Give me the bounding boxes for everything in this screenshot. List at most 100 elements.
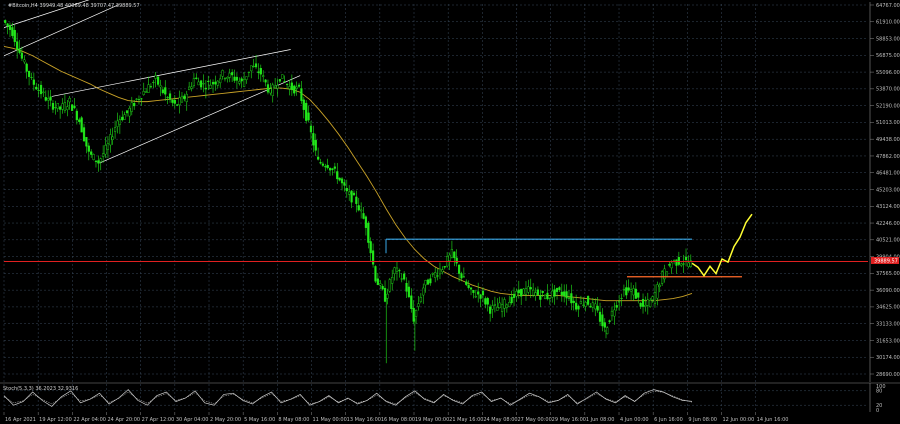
candle-body — [455, 257, 458, 264]
candle-body — [436, 275, 439, 277]
candle-body — [586, 296, 590, 305]
candle-body — [598, 311, 602, 322]
candle-body — [340, 178, 344, 184]
x-tick-label: 12 Jun 00:00 — [723, 417, 755, 423]
candle-body — [68, 97, 71, 103]
candle-body — [276, 85, 279, 89]
candle-body — [565, 291, 568, 299]
candle-body — [632, 288, 635, 296]
y-tick-label: 61910.00 — [876, 20, 900, 26]
candle-body — [348, 191, 351, 195]
candle-body — [431, 273, 434, 275]
candle-body — [209, 84, 212, 89]
candle-body — [319, 162, 322, 164]
candle-body — [204, 87, 207, 90]
candle-body — [173, 99, 176, 104]
candle-body — [125, 110, 129, 114]
candle-body — [563, 291, 566, 297]
candle-body — [355, 196, 358, 204]
x-tick-label: 29 May 16:00 — [552, 417, 586, 423]
candle-body — [577, 305, 580, 310]
candle-body — [419, 297, 422, 302]
candle-body — [548, 297, 551, 299]
candle-body — [121, 116, 124, 121]
y-tick-label: 28690.00 — [876, 372, 900, 378]
candle-body — [283, 81, 286, 83]
candle-body — [190, 86, 193, 89]
candle-body — [684, 256, 688, 261]
candle-body — [352, 192, 356, 196]
candle-body — [269, 88, 272, 94]
candle-body — [142, 91, 145, 95]
candle-body — [80, 117, 83, 133]
candle-body — [238, 81, 241, 84]
candle-body — [434, 272, 437, 278]
candle-body — [166, 96, 169, 98]
candle-body — [307, 112, 310, 121]
candle-body — [467, 285, 470, 288]
candle-body — [214, 81, 217, 85]
candle-body — [405, 283, 408, 292]
candle-body — [149, 86, 153, 88]
y-tick-label: 52190.00 — [876, 103, 900, 109]
candle-body — [606, 327, 609, 335]
candle-body — [240, 78, 243, 82]
candle-body — [484, 298, 487, 305]
candle-body — [27, 71, 31, 77]
candle-body — [682, 263, 685, 265]
candle-body — [520, 288, 523, 297]
y-tick-label: 47862.00 — [876, 154, 900, 160]
x-tick-label: 16 Apr 2021 — [5, 417, 36, 423]
candle-body — [364, 216, 368, 228]
candle-body — [622, 288, 626, 291]
candle-body — [462, 276, 465, 278]
candle-body — [641, 299, 645, 307]
candle-body — [453, 251, 456, 259]
candle-body — [39, 84, 43, 95]
candle-body — [176, 104, 179, 106]
candle-body — [357, 205, 360, 211]
candle-body — [118, 119, 121, 125]
candle-body — [536, 289, 540, 295]
candle-body — [49, 96, 52, 101]
x-tick-label: 21 May 16:00 — [449, 417, 483, 423]
candle-body — [477, 291, 480, 295]
candle-body — [539, 294, 542, 300]
candle-body — [687, 262, 690, 267]
candle-body — [242, 78, 246, 87]
candle-body — [658, 284, 661, 287]
candle-body — [388, 279, 391, 292]
candle-body — [651, 296, 654, 301]
candle-body — [317, 156, 320, 160]
candle-body — [128, 108, 131, 117]
candle-body — [448, 254, 451, 261]
candle-body — [78, 119, 81, 122]
candle-body — [104, 144, 107, 155]
candle-body — [613, 309, 616, 317]
candle-body — [231, 72, 234, 76]
candle-body — [192, 78, 196, 86]
candle-body — [250, 65, 253, 72]
candle-body — [479, 294, 482, 299]
candle-body — [627, 287, 630, 291]
y-tick-label: 53870.00 — [876, 87, 900, 93]
candle-body — [16, 41, 19, 50]
candle-body — [524, 288, 528, 295]
candle-body — [85, 137, 88, 147]
candle-body — [312, 133, 315, 146]
candle-body — [672, 260, 676, 262]
candle-body — [221, 70, 224, 77]
y-tick-label: 33133.00 — [876, 321, 900, 327]
candle-body — [381, 285, 384, 290]
candle-body — [426, 279, 430, 285]
candle-body — [429, 278, 432, 284]
candle-body — [130, 102, 133, 112]
x-tick-label: 1 Jun 08:00 — [586, 417, 615, 423]
candle-body — [13, 29, 16, 42]
candle-body — [207, 80, 210, 82]
candle-body — [8, 25, 12, 30]
candle-body — [594, 303, 597, 310]
chart-canvas: #Bitcoin,H4 39949.48 40069.48 39707.47 3… — [0, 0, 900, 424]
candle-body — [656, 284, 659, 299]
candle-body — [414, 310, 418, 317]
